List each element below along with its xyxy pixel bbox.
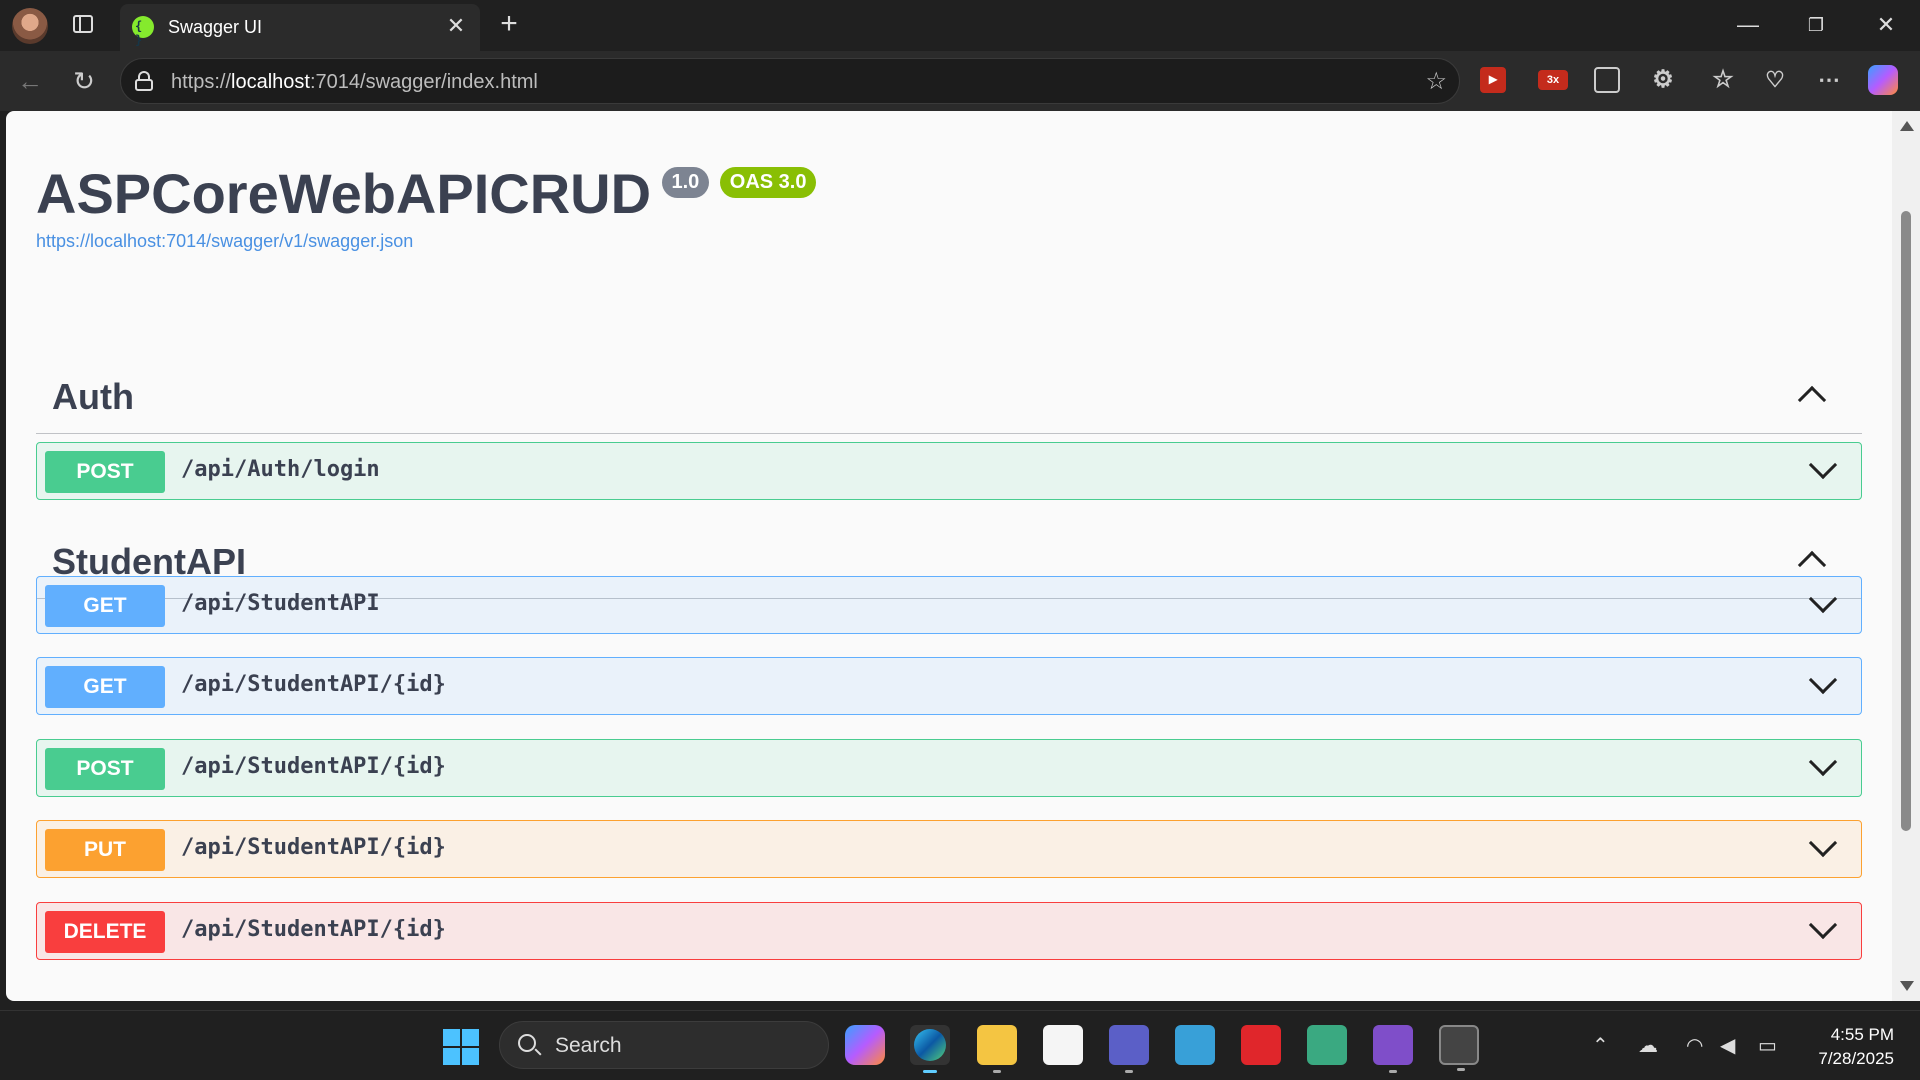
browser-essentials-icon[interactable]: ♡	[1758, 63, 1792, 97]
minimize-button[interactable]: —	[1728, 8, 1768, 42]
chevron-down-icon[interactable]	[1808, 450, 1838, 480]
version-badge: 1.0	[661, 167, 710, 198]
oas-badge: OAS 3.0	[719, 167, 817, 198]
visual-studio-icon[interactable]	[1373, 1025, 1413, 1073]
swagger-json-link[interactable]: https://localhost:7014/swagger/v1/swagge…	[36, 231, 413, 252]
chevron-up-icon[interactable]	[1797, 385, 1827, 415]
tag-name: Auth	[52, 376, 134, 417]
operation-get-studentapi-id[interactable]: GET /api/StudentAPI/{id}	[36, 657, 1862, 715]
method-badge: DELETE	[45, 911, 165, 953]
chevron-down-icon[interactable]	[1808, 665, 1838, 695]
back-arrow-icon[interactable]: ←	[12, 63, 48, 99]
page-scrollbar[interactable]	[1892, 111, 1920, 1001]
url-text[interactable]: https://localhost:7014/swagger/index.htm…	[171, 71, 538, 94]
show-hidden-icons-icon[interactable]: ⌃	[1592, 1033, 1609, 1058]
browser-tab-swagger[interactable]: Swagger UI ✕	[120, 4, 480, 51]
operation-get-studentapi[interactable]: GET /api/StudentAPI	[36, 576, 1862, 634]
copilot-icon[interactable]	[1868, 65, 1898, 95]
terminal-icon[interactable]	[1439, 1025, 1479, 1071]
method-badge: GET	[45, 666, 165, 708]
browser-toolbar: ← ↻ https://localhost:7014/swagger/index…	[0, 51, 1920, 111]
refresh-icon[interactable]: ↻	[66, 63, 102, 99]
notepad-icon[interactable]	[1175, 1025, 1215, 1065]
operation-path: /api/StudentAPI/{id}	[181, 672, 446, 697]
operation-put-studentapi-id[interactable]: PUT /api/StudentAPI/{id}	[36, 820, 1862, 878]
tab-actions-icon[interactable]	[70, 12, 98, 38]
copilot-app-icon[interactable]	[845, 1025, 885, 1065]
clock-time: 4:55 PM	[1830, 1025, 1894, 1044]
operation-post-studentapi-id[interactable]: POST /api/StudentAPI/{id}	[36, 739, 1862, 797]
operation-path: /api/StudentAPI	[181, 591, 380, 616]
edge-app-icon[interactable]	[910, 1025, 950, 1073]
close-tab-icon[interactable]: ✕	[444, 14, 468, 38]
restore-button[interactable]: ❐	[1796, 8, 1836, 42]
tag-header-auth[interactable]: Auth	[36, 360, 1862, 434]
operation-path: /api/StudentAPI/{id}	[181, 754, 446, 779]
more-menu-icon[interactable]: ⋯	[1812, 63, 1846, 97]
operation-delete-studentapi-id[interactable]: DELETE /api/StudentAPI/{id}	[36, 902, 1862, 960]
method-badge: GET	[45, 585, 165, 627]
chevron-down-icon[interactable]	[1808, 747, 1838, 777]
method-badge: POST	[45, 748, 165, 790]
wifi-icon[interactable]: ◠	[1686, 1033, 1703, 1058]
teams-icon[interactable]	[1109, 1025, 1149, 1073]
api-info: ASPCoreWebAPICRUD 1.0 OAS 3.0	[36, 161, 817, 226]
windows-taskbar: Search ⌃ ☁ ◠ ◀ ▭ 4:55 PM 7/28/2025	[0, 1010, 1920, 1080]
file-explorer-icon[interactable]	[977, 1025, 1017, 1073]
scroll-thumb[interactable]	[1901, 211, 1911, 831]
extension-red-icon[interactable]: ▸	[1480, 67, 1506, 93]
favorites-icon[interactable]: ☆	[1706, 63, 1740, 97]
browser-title-bar: Swagger UI ✕ + — ❐ ✕	[0, 0, 1920, 51]
operation-path: /api/StudentAPI/{id}	[181, 835, 446, 860]
page-viewport: ASPCoreWebAPICRUD 1.0 OAS 3.0 https://lo…	[6, 111, 1892, 1001]
favorite-star-icon[interactable]: ☆	[1425, 67, 1447, 96]
clock-date: 7/28/2025	[1818, 1049, 1894, 1068]
address-bar[interactable]: https://localhost:7014/swagger/index.htm…	[120, 58, 1460, 104]
method-badge: PUT	[45, 829, 165, 871]
search-icon	[518, 1034, 536, 1052]
extension-speed-icon[interactable]: 3x	[1538, 70, 1568, 90]
method-badge: POST	[45, 451, 165, 493]
api-title: ASPCoreWebAPICRUD	[36, 162, 652, 225]
new-tab-button[interactable]: +	[494, 9, 524, 40]
extension-layout-icon[interactable]	[1594, 67, 1620, 93]
wps-office-icon[interactable]	[1241, 1025, 1281, 1065]
swagger-favicon-icon	[132, 16, 154, 47]
chevron-up-icon[interactable]	[1797, 550, 1827, 580]
chevron-down-icon[interactable]	[1808, 828, 1838, 858]
extensions-puzzle-icon[interactable]: ⚙	[1646, 63, 1680, 97]
profile-avatar[interactable]	[12, 8, 48, 44]
chevron-down-icon[interactable]	[1808, 910, 1838, 940]
operation-post-auth-login[interactable]: POST /api/Auth/login	[36, 442, 1862, 500]
battery-icon[interactable]: ▭	[1758, 1033, 1777, 1058]
lock-icon[interactable]	[135, 71, 153, 91]
scroll-up-icon[interactable]	[1900, 121, 1914, 131]
onedrive-icon[interactable]: ☁	[1638, 1033, 1658, 1058]
app-green-icon[interactable]	[1307, 1025, 1347, 1065]
microsoft-store-icon[interactable]	[1043, 1025, 1083, 1065]
close-window-button[interactable]: ✕	[1866, 8, 1906, 42]
operation-path: /api/StudentAPI/{id}	[181, 917, 446, 942]
windows-start-icon[interactable]	[443, 1029, 479, 1065]
scroll-down-icon[interactable]	[1900, 981, 1914, 991]
search-label: Search	[555, 1034, 622, 1057]
volume-icon[interactable]: ◀	[1720, 1033, 1735, 1058]
taskbar-search[interactable]: Search	[499, 1021, 829, 1069]
tab-title: Swagger UI	[168, 17, 263, 37]
operation-path: /api/Auth/login	[181, 457, 380, 482]
taskbar-clock[interactable]: 4:55 PM 7/28/2025	[1818, 1023, 1894, 1071]
chevron-down-icon[interactable]	[1808, 584, 1838, 614]
